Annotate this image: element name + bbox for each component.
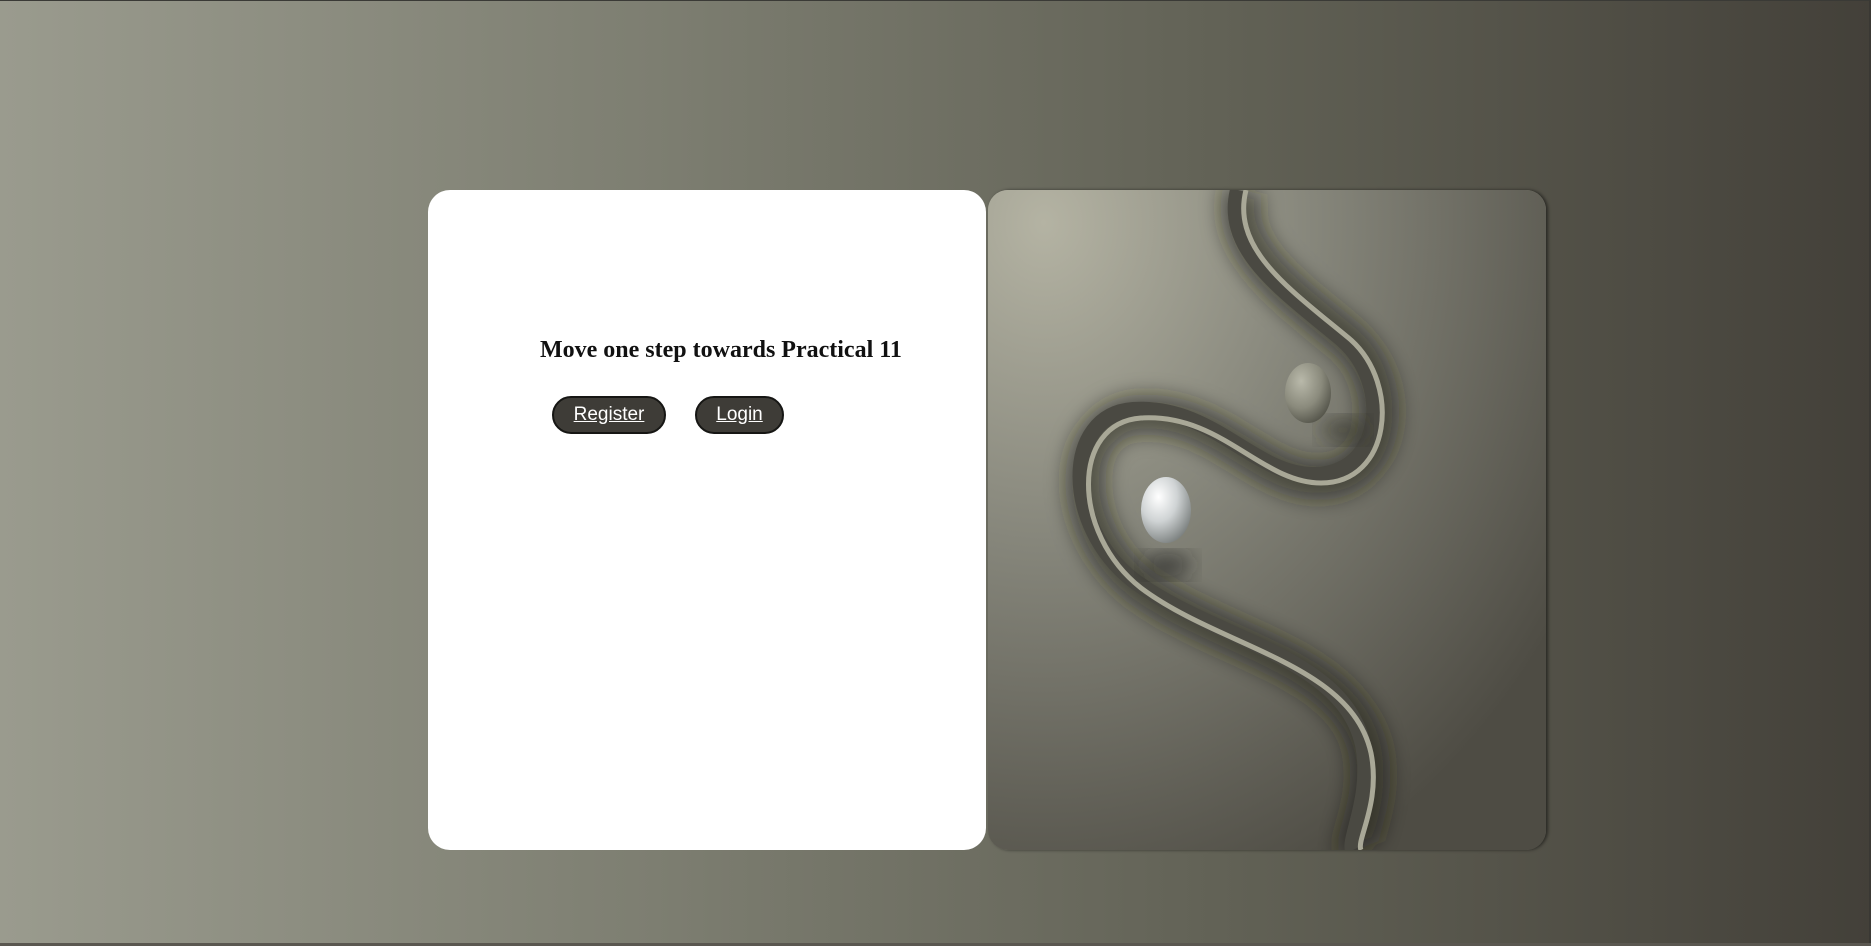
abstract-ribbon-artwork xyxy=(988,190,1546,850)
login-button[interactable]: Login xyxy=(695,396,784,434)
welcome-headline: Move one step towards Practical 11 xyxy=(540,337,902,363)
register-button[interactable]: Register xyxy=(552,396,666,434)
white-sphere xyxy=(1141,477,1191,543)
grey-sphere xyxy=(1285,363,1331,423)
grey-sphere-shadow xyxy=(1321,418,1365,442)
decorative-artwork-panel xyxy=(988,190,1546,850)
window-top-border xyxy=(0,0,1871,1)
welcome-card: Move one step towards Practical 11 Regis… xyxy=(428,190,986,850)
white-sphere-shadow xyxy=(1144,553,1192,577)
